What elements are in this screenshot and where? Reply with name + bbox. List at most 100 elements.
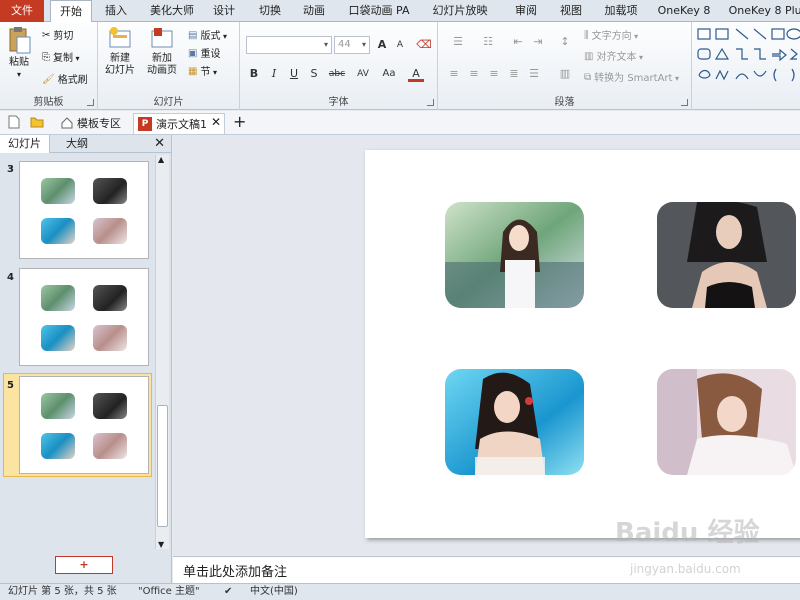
paste-label: 粘贴 [9,57,29,68]
slide-thumbnail-3[interactable] [19,161,149,259]
grow-font-button[interactable]: A [374,37,390,53]
tab-design[interactable]: 设计 [208,0,240,22]
copy-label: 复制 [53,53,73,64]
text-direction-button[interactable]: ⫼ 文字方向 ▾ [584,27,638,45]
thumb-photo [41,178,75,204]
scroll-up-icon[interactable]: ▲ [158,155,164,164]
tab-slideshow[interactable]: 幻灯片放映 [426,0,494,22]
shadow-button[interactable]: S [306,66,322,82]
convert-smartart-button[interactable]: ⧉ 转换为 SmartArt ▾ [584,69,679,87]
thumb-photo [93,433,127,459]
panel-scrollbar[interactable]: ▲ ▼ [155,155,169,549]
slide-thumbnail-4[interactable] [19,268,149,366]
current-slide[interactable] [365,150,800,538]
clipboard-launcher-icon[interactable] [87,99,94,106]
align-left-icon: ≡ [449,67,459,80]
tab-review[interactable]: 审阅 [510,0,542,22]
spellcheck-icon[interactable]: ✔ [224,584,232,600]
tab-home[interactable]: 开始 [50,0,92,23]
increase-indent-button[interactable]: ⇥ [530,34,546,50]
copy-button[interactable]: ⎘ 复制 ▾ [42,49,80,67]
align-text-button[interactable]: ▥ 对齐文本 ▾ [584,48,643,66]
underline-icon: U [289,67,299,80]
scroll-down-icon[interactable]: ▼ [158,540,164,549]
tab-onekey8[interactable]: OneKey 8 [655,0,713,22]
cut-label: 剪切 [53,31,74,42]
font-color-icon: A [412,67,420,80]
font-group: ▾ 44 ▾ A A ⌫ B I U S abc AV Aa A 字体 [240,22,438,110]
format-painter-button[interactable]: 🖌 格式刷 [42,71,88,89]
tab-template-zone[interactable]: 模板专区 [55,113,125,134]
numbering-button[interactable]: ☷ [476,34,500,50]
align-center-icon: ≡ [469,67,479,80]
layout-button[interactable]: ▤ 版式 ▾ [188,27,227,45]
add-slide-button[interactable]: + [55,556,113,574]
close-panel-icon[interactable]: ✕ [154,136,165,151]
new-page-label-2: 动画页 [147,65,177,76]
close-tab-icon[interactable]: ✕ [211,115,221,129]
add-tab-icon[interactable]: + [233,112,246,131]
align-center-button[interactable]: ≡ [466,66,482,82]
font-size-combo[interactable]: 44 ▾ [334,36,370,54]
tab-animations[interactable]: 动画 [298,0,330,22]
shrink-font-button[interactable]: A [392,37,408,53]
scroll-thumb[interactable] [157,405,168,527]
distributed-button[interactable]: ☰ [526,66,542,82]
tab-onekey8-plus[interactable]: OneKey 8 Plus [728,0,800,22]
tab-pocket-animation[interactable]: 口袋动画 PA [345,0,413,22]
change-case-button[interactable]: Aa [378,66,400,82]
text-direction-icon: ⫼ [584,30,589,41]
new-page-label-1: 新加 [152,53,172,64]
section-button[interactable]: ▦ 节 ▾ [188,63,217,81]
columns-button[interactable]: ▥ [554,66,576,82]
char-spacing-button[interactable]: AV [352,66,374,82]
shapes-gallery[interactable] [692,22,800,110]
tab-view[interactable]: 视图 [555,0,587,22]
thumb-photo [41,218,75,244]
underline-button[interactable]: U [286,66,302,82]
paragraph-launcher-icon[interactable] [681,99,688,106]
bold-button[interactable]: B [246,66,262,82]
tab-outline[interactable]: 大纲 [54,135,100,153]
clear-format-button[interactable]: ⌫ [416,37,432,53]
thumb-photo [41,325,75,351]
tab-transitions[interactable]: 切换 [254,0,286,22]
align-right-button[interactable]: ≡ [486,66,502,82]
bullets-button[interactable]: ☰ [446,34,470,50]
font-name-combo[interactable]: ▾ [246,36,332,54]
reset-button[interactable]: ▣ 重设 [188,45,220,63]
theme-status[interactable]: "Office 主题" [138,584,200,600]
italic-icon: I [271,67,277,80]
photo-girl-tennis-court[interactable] [445,202,584,308]
clear-format-icon: ⌫ [416,38,432,51]
photo-girl-dark[interactable] [657,202,796,308]
tab-slides[interactable]: 幻灯片 [0,135,50,153]
font-launcher-icon[interactable] [427,99,434,106]
new-document-icon[interactable] [8,115,20,132]
line-spacing-button[interactable]: ↕ [554,34,576,50]
italic-button[interactable]: I [266,66,282,82]
photo-girl-resting[interactable] [657,369,796,475]
align-text-icon: ▥ [584,51,594,62]
notes-placeholder: 单击此处添加备注 [183,565,288,580]
justify-button[interactable]: ≣ [506,66,522,82]
tab-addins[interactable]: 加载项 [600,0,642,22]
tab-file[interactable]: 文件 [0,0,44,22]
new-slide-button[interactable]: 新建 幻灯片 [102,25,138,77]
bold-icon: B [249,67,259,80]
font-color-button[interactable]: A [408,66,424,82]
slide-number: 3 [7,164,14,175]
paste-button[interactable]: 粘贴 ▾ [4,25,34,81]
strikethrough-button[interactable]: abc [326,66,348,82]
align-left-button[interactable]: ≡ [446,66,462,82]
font-size-dropdown-icon: ▾ [361,40,366,49]
open-folder-icon[interactable] [30,116,44,131]
photo-girl-pool[interactable] [445,369,584,475]
new-animation-page-button[interactable]: 新加 动画页 [142,25,182,77]
slide-thumbnail-5[interactable] [19,376,149,474]
cut-button[interactable]: ✂ 剪切 [42,27,73,45]
decrease-indent-button[interactable]: ⇤ [510,34,526,50]
language-status[interactable]: 中文(中国) [250,584,298,600]
tab-insert[interactable]: 插入 [100,0,132,22]
tab-beautify[interactable]: 美化大师 [144,0,200,22]
